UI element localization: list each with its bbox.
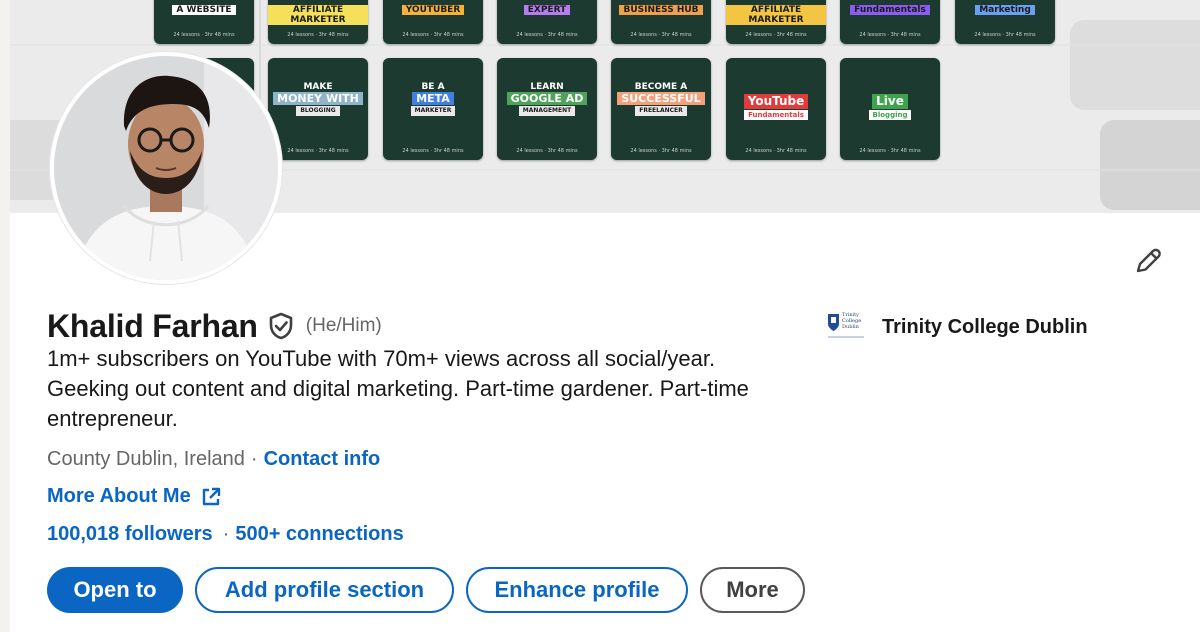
profile-headline: 1m+ subscribers on YouTube with 70m+ vie…: [47, 346, 749, 431]
network-row: 100,018 followers · 500+ connections: [47, 523, 404, 546]
enhance-profile-button[interactable]: Enhance profile: [466, 567, 688, 613]
course-tile-meta: 24 lessons · 3hr 48 mins: [859, 32, 921, 38]
course-tile: Fundamentals 24 lessons · 3hr 48 mins: [840, 0, 940, 44]
course-tile-label: EXPERT: [523, 5, 571, 15]
course-tile-title: BE A META MARKETER: [383, 82, 483, 116]
course-tile-label: YouTube: [743, 94, 809, 109]
course-tile-title: EXPERT: [497, 4, 597, 15]
course-tile-title: Fundamentals: [840, 4, 940, 15]
course-tile-meta: 24 lessons · 3hr 48 mins: [630, 148, 692, 154]
course-tile-sublabel: MARKETER: [410, 106, 456, 116]
course-tile-meta: 24 lessons · 3hr 48 mins: [402, 32, 464, 38]
course-tile-title: A WEBSITE: [154, 4, 254, 15]
open-to-button[interactable]: Open to: [47, 567, 183, 613]
course-tile-meta: 24 lessons · 3hr 48 mins: [974, 32, 1036, 38]
more-about-link-row[interactable]: More About Me: [47, 485, 221, 508]
course-tile: YOUTUBER 24 lessons · 3hr 48 mins: [383, 0, 483, 44]
course-tile-meta: 24 lessons · 3hr 48 mins: [630, 32, 692, 38]
course-tile: BE A META MARKETER 24 lessons · 3hr 48 mins: [383, 58, 483, 160]
course-tile-sublabel: MANAGEMENT: [518, 106, 576, 116]
course-tile-label: BUSINESS HUB: [619, 5, 703, 15]
profile-actions: Open to Add profile section Enhance prof…: [47, 567, 805, 613]
course-tile-meta: 24 lessons · 3hr 48 mins: [859, 148, 921, 154]
course-tile-meta: 24 lessons · 3hr 48 mins: [402, 148, 464, 154]
course-tile-title: BECOME A SUCCESSFUL FREELANCER: [611, 82, 711, 116]
course-tile-title: YOUTUBER: [383, 4, 483, 15]
course-tile-title: Live Blogging: [840, 94, 940, 120]
location-row: County Dublin, Ireland · Contact info: [47, 448, 380, 471]
course-tile-title: LEARN GOOGLE AD MANAGEMENT: [497, 82, 597, 116]
profile-photo-image: [54, 56, 278, 280]
external-link-icon[interactable]: [201, 487, 221, 507]
course-tile-meta: 24 lessons · 3hr 48 mins: [287, 32, 349, 38]
course-tile-meta: 24 lessons · 3hr 48 mins: [287, 148, 349, 154]
course-tile-title: BUSINESS HUB: [611, 4, 711, 15]
course-tile-meta: 24 lessons · 3hr 48 mins: [745, 32, 807, 38]
course-tile-label-main: SUCCESSFUL: [617, 92, 705, 105]
course-tile-meta: 24 lessons · 3hr 48 mins: [745, 148, 807, 154]
course-tile-label: A WEBSITE: [172, 5, 236, 15]
course-tile: Live Blogging 24 lessons · 3hr 48 mins: [840, 58, 940, 160]
course-tile-sublabel: FREELANCER: [635, 106, 687, 116]
course-tile-label-main: GOOGLE AD: [506, 92, 588, 105]
name-row: Khalid Farhan (He/Him): [47, 302, 382, 350]
location-text: County Dublin, Ireland: [47, 448, 245, 470]
course-tile-meta: 24 lessons · 3hr 48 mins: [173, 32, 235, 38]
course-tile: AFFILIATE MARKETER 24 lessons · 3hr 48 mi…: [726, 0, 826, 44]
add-profile-section-button[interactable]: Add profile section: [195, 567, 454, 613]
page-gutter: [0, 0, 10, 632]
followers-link[interactable]: 100,018 followers: [47, 523, 213, 545]
course-tile: BECOME A SUCCESSFUL FREELANCER 24 lessons ·…: [611, 58, 711, 160]
course-tile-label-main: MONEY WITH: [273, 92, 363, 105]
course-tile: LEARN GOOGLE AD MANAGEMENT 24 lessons · 3hr…: [497, 58, 597, 160]
course-tile: YouTube Fundamentals 24 lessons · 3hr 48 m…: [726, 58, 826, 160]
pencil-icon: [1136, 248, 1161, 273]
course-tile-label: AFFILIATE MARKETER: [726, 5, 826, 25]
logo-line-3: Dublin: [842, 324, 859, 330]
course-tile-label: AFFILIATE MARKETER: [268, 5, 368, 25]
course-tile-sublabel: BLOGGING: [296, 106, 340, 116]
course-tile: Marketing 24 lessons · 3hr 48 mins: [955, 0, 1055, 44]
separator-dot: ·: [250, 448, 258, 470]
course-tile-label: Fundamentals: [850, 5, 930, 15]
profile-name: Khalid Farhan: [47, 307, 258, 344]
course-tile-title: Marketing: [955, 4, 1055, 15]
pronouns: (He/Him): [305, 315, 382, 336]
more-button[interactable]: More: [700, 567, 805, 613]
course-tile-label: MAKE: [303, 82, 333, 92]
edit-intro-button[interactable]: [1128, 241, 1168, 281]
course-tile-sublabel: Fundamentals: [744, 110, 808, 120]
course-tile-label: YOUTUBER: [401, 5, 465, 15]
course-tile-label: BECOME A: [634, 82, 688, 92]
more-about-link[interactable]: More About Me: [47, 485, 191, 508]
course-tile: BUSINESS HUB 24 lessons · 3hr 48 mins: [611, 0, 711, 44]
course-tile: AFFILIATE MARKETER 24 lessons · 3hr 48 mi…: [268, 0, 368, 44]
course-tile-label: LEARN: [530, 82, 564, 92]
course-tile-label: Live: [872, 94, 908, 109]
education-name[interactable]: Trinity College Dublin: [882, 316, 1088, 339]
trinity-college-logo: Trinity College Dublin: [826, 310, 866, 344]
course-tile-label: Marketing: [975, 5, 1035, 15]
course-tile-title: MAKE MONEY WITH BLOGGING: [268, 82, 368, 116]
course-tile-title: AFFILIATE MARKETER: [268, 4, 368, 25]
course-tile: A WEBSITE 24 lessons · 3hr 48 mins: [154, 0, 254, 44]
profile-photo[interactable]: [50, 52, 282, 284]
course-tile-label-main: META: [412, 92, 454, 105]
course-tile: EXPERT 24 lessons · 3hr 48 mins: [497, 0, 597, 44]
course-tile: MAKE MONEY WITH BLOGGING 24 lessons · 3hr 4…: [268, 58, 368, 160]
education-entry[interactable]: Trinity College Dublin Trinity College D…: [826, 310, 1088, 344]
contact-info-link[interactable]: Contact info: [264, 448, 381, 470]
course-tile-label: BE A: [421, 82, 445, 92]
separator-dot: ·: [222, 523, 230, 545]
course-tile-sublabel: Blogging: [868, 110, 912, 120]
connections-link[interactable]: 500+ connections: [235, 523, 403, 545]
verified-shield-icon[interactable]: [268, 312, 294, 340]
course-tile-title: AFFILIATE MARKETER: [726, 4, 826, 25]
course-tile-title: YouTube Fundamentals: [726, 94, 826, 120]
course-tile-meta: 24 lessons · 3hr 48 mins: [516, 148, 578, 154]
course-tile-meta: 24 lessons · 3hr 48 mins: [516, 32, 578, 38]
